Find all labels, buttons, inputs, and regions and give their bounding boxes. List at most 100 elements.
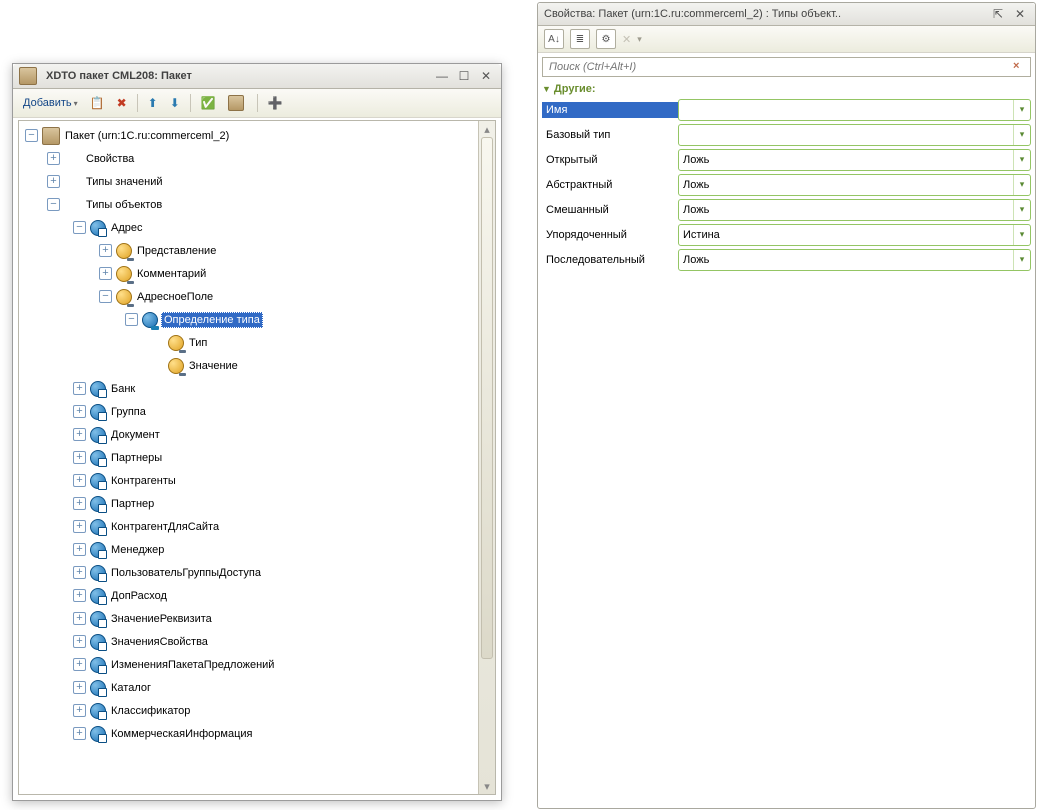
tree-obj[interactable]: +ЗначениеРеквизита [19, 607, 479, 630]
separator [257, 94, 258, 112]
object-type-icon [90, 519, 106, 535]
tree-obj[interactable]: +ЗначенияСвойства [19, 630, 479, 653]
minimize-button[interactable]: — [435, 69, 449, 83]
tree-prop[interactable]: Значение [19, 354, 479, 377]
scrollbar[interactable]: ▴ ▾ [478, 121, 495, 794]
object-type-icon [90, 657, 106, 673]
section-header[interactable]: ▼ Другие: [538, 77, 1035, 97]
tree-obj[interactable]: +Каталог [19, 676, 479, 699]
maximize-button[interactable]: ☐ [457, 69, 471, 83]
prop-value[interactable]: Ложь▾ [678, 174, 1031, 196]
titlebar[interactable]: XDTO пакет CML208: Пакет — ☐ ✕ [13, 64, 501, 89]
check-button[interactable]: ✅ [197, 91, 220, 115]
tree-root[interactable]: −Пакет (urn:1C.ru:commerceml_2) [19, 124, 479, 147]
tree-section-valtypes[interactable]: +Типы значений [19, 170, 479, 193]
tree-obj[interactable]: +ДопРасход [19, 584, 479, 607]
tree-body[interactable]: −Пакет (urn:1C.ru:commerceml_2) +Свойств… [19, 121, 479, 794]
object-type-icon [90, 611, 106, 627]
prop-row-name: Имя ▾ [542, 97, 1031, 122]
prop-label: Открытый [542, 152, 678, 168]
tree-obj-adres[interactable]: −Адрес [19, 216, 479, 239]
package-icon [19, 67, 37, 85]
copy-button[interactable]: 📋 [86, 91, 109, 115]
prop-label: Последовательный [542, 252, 678, 268]
collapse-icon[interactable]: ▼ [542, 84, 551, 94]
move-down-button[interactable]: ⬇ [166, 91, 184, 115]
tree-obj[interactable]: +Документ [19, 423, 479, 446]
filter-button[interactable]: ⚙ [596, 29, 616, 49]
tree-obj[interactable]: +ПользовательГруппыДоступа [19, 561, 479, 584]
package-icon [42, 127, 60, 145]
prop-label: Абстрактный [542, 177, 678, 193]
object-type-icon [90, 703, 106, 719]
object-type-icon [90, 588, 106, 604]
tree-obj[interactable]: +ИзмененияПакетаПредложений [19, 653, 479, 676]
prop-value[interactable]: Истина▾ [678, 224, 1031, 246]
tree-prop[interactable]: +Представление [19, 239, 479, 262]
add-element-button[interactable]: ➕ [264, 91, 287, 115]
separator [137, 94, 138, 112]
typedef-icon [142, 312, 158, 328]
properties-table: Имя ▾ Базовый тип ▾ Открытый Ложь▾ Абстр… [538, 97, 1035, 272]
tree-obj[interactable]: +Классификатор [19, 699, 479, 722]
prop-row-mixed: Смешанный Ложь▾ [542, 197, 1031, 222]
prop-row-open: Открытый Ложь▾ [542, 147, 1031, 172]
group-button[interactable]: ≣ [570, 29, 590, 49]
move-up-button[interactable]: ⬆ [144, 91, 162, 115]
window-title: XDTO пакет CML208: Пакет [46, 70, 192, 82]
dropdown-button[interactable]: ▾ [1013, 100, 1030, 120]
close-button[interactable]: ✕ [479, 69, 493, 83]
tree-obj[interactable]: +КонтрагентДляСайта [19, 515, 479, 538]
tree-obj[interactable]: +Партнеры [19, 446, 479, 469]
prop-value[interactable]: Ложь▾ [678, 249, 1031, 271]
tree-prop-adrespole[interactable]: −АдресноеПоле [19, 285, 479, 308]
dropdown-button[interactable]: ▾ [1013, 175, 1030, 195]
search-input[interactable] [542, 57, 1031, 77]
close-button[interactable]: ✕ [1013, 7, 1027, 21]
dock-button[interactable]: ⇱ [991, 7, 1005, 21]
tree-section-props[interactable]: +Свойства [19, 147, 479, 170]
properties-title: Свойства: Пакет (urn:1C.ru:commerceml_2)… [544, 8, 841, 20]
dropdown-button[interactable]: ▾ [1013, 225, 1030, 245]
dropdown-button[interactable]: ▾ [1013, 250, 1030, 270]
object-type-icon [90, 404, 106, 420]
scroll-down-button[interactable]: ▾ [479, 778, 495, 794]
property-icon [116, 289, 132, 305]
tree-typedef[interactable]: −Определение типа [19, 308, 479, 331]
package-action-button[interactable] [224, 91, 251, 115]
object-type-icon [90, 381, 106, 397]
prop-value[interactable]: Ложь▾ [678, 199, 1031, 221]
titlebar[interactable]: Свойства: Пакет (urn:1C.ru:commerceml_2)… [538, 3, 1035, 26]
dropdown-button[interactable]: ▾ [1013, 125, 1030, 145]
add-button[interactable]: Добавить▾ [19, 91, 82, 115]
clear-search-button[interactable]: × [1013, 60, 1027, 74]
property-icon [116, 266, 132, 282]
scroll-up-button[interactable]: ▴ [479, 121, 495, 137]
object-type-icon [90, 726, 106, 742]
prop-label: Имя [542, 102, 678, 118]
prop-value[interactable]: ▾ [678, 99, 1031, 121]
tree-section-objtypes[interactable]: −Типы объектов [19, 193, 479, 216]
object-type-icon [90, 473, 106, 489]
prop-value[interactable]: Ложь▾ [678, 149, 1031, 171]
tree-obj[interactable]: +Менеджер [19, 538, 479, 561]
dropdown-button[interactable]: ▾ [1013, 200, 1030, 220]
tree-obj[interactable]: +КоммерческаяИнформация [19, 722, 479, 745]
tree-obj[interactable]: +Группа [19, 400, 479, 423]
tree-obj[interactable]: +Банк [19, 377, 479, 400]
prop-row-sequential: Последовательный Ложь▾ [542, 247, 1031, 272]
sort-button[interactable]: A↓ [544, 29, 564, 49]
prop-value[interactable]: ▾ [678, 124, 1031, 146]
delete-button[interactable]: ✖ [113, 91, 131, 115]
properties-panel: Свойства: Пакет (urn:1C.ru:commerceml_2)… [537, 2, 1036, 809]
tree-obj[interactable]: +Контрагенты [19, 469, 479, 492]
property-icon [168, 335, 184, 351]
tree-obj[interactable]: +Партнер [19, 492, 479, 515]
name-input[interactable] [679, 101, 1013, 119]
dropdown-button[interactable]: ▾ [1013, 150, 1030, 170]
scroll-thumb[interactable] [481, 137, 493, 659]
property-icon [168, 358, 184, 374]
tree-prop[interactable]: Тип [19, 331, 479, 354]
tree-prop[interactable]: +Комментарий [19, 262, 479, 285]
prop-label: Смешанный [542, 202, 678, 218]
